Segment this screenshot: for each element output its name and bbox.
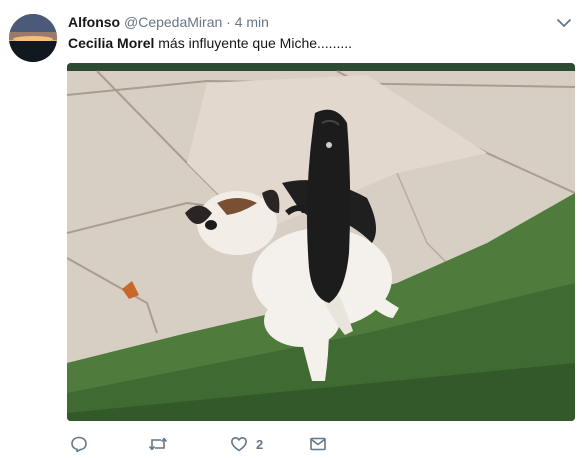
retweet-button[interactable] xyxy=(148,434,168,454)
retweet-icon xyxy=(148,437,168,451)
like-count: 2 xyxy=(256,436,264,452)
tweet-timestamp[interactable]: 4 min xyxy=(235,14,269,30)
tweet-actions: 2 xyxy=(68,434,368,454)
separator-dot: · xyxy=(226,14,231,30)
mention-name: Cecilia Morel xyxy=(68,35,155,51)
dog-sandal-photo xyxy=(67,63,575,421)
author-name[interactable]: Alfonso xyxy=(68,14,120,30)
tweet-media-image[interactable] xyxy=(67,63,575,421)
like-button[interactable]: 2 xyxy=(230,434,263,454)
reply-icon xyxy=(71,436,87,453)
envelope-icon xyxy=(310,437,326,451)
reply-button[interactable] xyxy=(70,434,88,454)
heart-icon xyxy=(231,437,247,452)
sunset-avatar-image xyxy=(9,14,57,62)
tweet-text: Cecilia Morel más influyente que Miche..… xyxy=(68,34,352,52)
tweet-body: más influyente que Miche......... xyxy=(154,35,353,51)
tweet-card[interactable]: Alfonso @CepedaMiran · 4 min Cecilia Mor… xyxy=(0,0,586,458)
direct-message-button[interactable] xyxy=(309,434,327,454)
chevron-down-icon[interactable] xyxy=(555,16,573,30)
author-handle[interactable]: @CepedaMiran xyxy=(124,14,222,30)
tweet-header: Alfonso @CepedaMiran · 4 min xyxy=(68,13,269,31)
avatar[interactable] xyxy=(9,14,57,62)
